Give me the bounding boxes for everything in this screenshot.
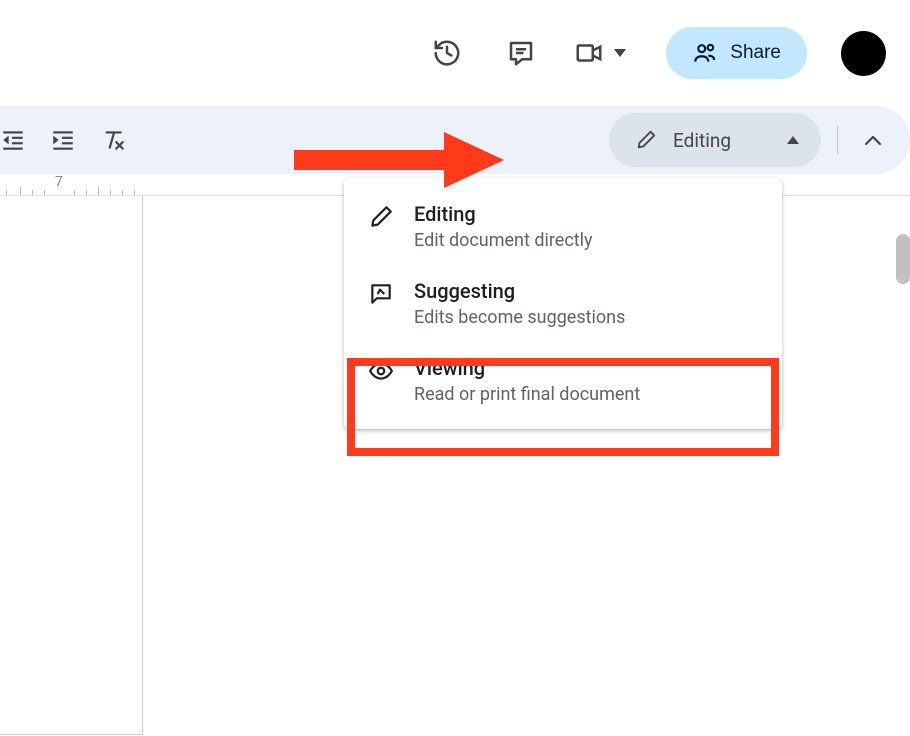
- pencil-icon: [368, 204, 394, 230]
- mode-item-suggesting[interactable]: Suggesting Edits become suggestions: [344, 265, 782, 342]
- chevron-down-icon: [614, 49, 626, 57]
- mode-item-title: Suggesting: [414, 279, 758, 303]
- indent-increase-icon[interactable]: [44, 121, 82, 159]
- share-label: Share: [730, 42, 781, 64]
- mode-item-title: Editing: [414, 202, 758, 226]
- document-page[interactable]: [0, 195, 143, 735]
- mode-item-title: Viewing: [414, 356, 758, 380]
- ruler-number: 7: [55, 174, 63, 190]
- avatar[interactable]: [841, 31, 886, 76]
- indent-decrease-icon[interactable]: [0, 121, 32, 159]
- suggest-icon: [368, 281, 394, 307]
- mode-item-editing[interactable]: Editing Edit document directly: [344, 188, 782, 265]
- header: Share: [0, 0, 910, 106]
- collapse-toolbar-button[interactable]: [854, 121, 892, 159]
- history-icon[interactable]: [426, 32, 468, 74]
- scrollbar-thumb[interactable]: [896, 234, 910, 284]
- comment-icon[interactable]: [500, 32, 542, 74]
- clear-formatting-icon[interactable]: [94, 121, 132, 159]
- mode-item-desc: Edit document directly: [414, 230, 758, 251]
- eye-icon: [368, 358, 394, 384]
- mode-item-viewing[interactable]: Viewing Read or print final document: [344, 342, 782, 419]
- mode-label: Editing: [673, 129, 731, 152]
- video-icon: [574, 38, 604, 68]
- share-button[interactable]: Share: [666, 27, 807, 79]
- people-icon: [692, 40, 718, 66]
- mode-item-desc: Edits become suggestions: [414, 307, 758, 328]
- video-call-dropdown[interactable]: [574, 38, 626, 68]
- annotation-arrow: [294, 130, 508, 190]
- divider: [837, 126, 838, 154]
- mode-dropdown: Editing Edit document directly Suggestin…: [344, 178, 782, 429]
- editing-mode-button[interactable]: Editing: [609, 113, 821, 167]
- mode-item-desc: Read or print final document: [414, 384, 758, 405]
- pencil-icon: [635, 129, 657, 151]
- chevron-up-icon: [787, 136, 799, 144]
